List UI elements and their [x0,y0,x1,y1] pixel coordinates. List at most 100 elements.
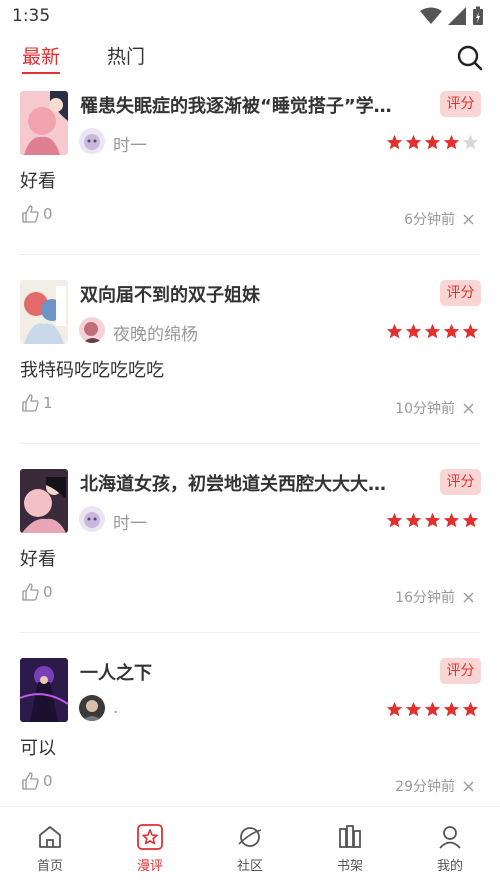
star-filled-icon [443,323,460,339]
comic-title[interactable]: 双向届不到的双子姐妹 [80,281,430,307]
post-meta: 29分钟前 [395,776,474,796]
tab-underline [22,72,61,74]
nav-community-label: 社区 [236,859,263,874]
comic-cover[interactable] [20,469,68,533]
star-filled-icon [462,512,479,528]
star-filled-icon [405,323,422,339]
review-card[interactable]: 一人之下 评分 . 可以 0 29分钟前 [0,651,500,806]
star-filled-icon [443,134,460,150]
star-empty-icon [462,134,479,150]
review-text: 好看 [20,171,56,192]
star-filled-icon [424,512,441,528]
close-icon[interactable] [463,403,474,414]
post-time: 6分钟前 [404,212,455,228]
like-count: 0 [43,205,53,223]
avatar[interactable] [79,506,105,532]
star-filled-icon [405,701,422,717]
header: 最新 热门 [0,34,500,82]
avatar[interactable] [79,695,105,721]
like-button[interactable]: 1 [21,394,53,412]
rating-badge[interactable]: 评分 [440,91,481,117]
star-filled-icon [405,512,422,528]
rating-badge[interactable]: 评分 [440,280,481,306]
tab-hot-label: 热门 [107,46,146,68]
thumbs-up-icon [22,394,39,412]
nav-mine-label: 我的 [436,859,463,874]
nav-review[interactable]: 漫评 [100,807,200,889]
rating-badge[interactable]: 评分 [440,469,481,495]
username[interactable]: 时一 [113,509,147,534]
tab-hot[interactable]: 热门 [107,42,145,69]
star-filled-icon [462,701,479,717]
rating-badge[interactable]: 评分 [440,658,481,684]
post-meta: 10分钟前 [395,398,474,418]
like-count: 0 [43,772,53,790]
nav-shelf-label: 书架 [336,859,363,874]
like-count: 0 [43,583,53,601]
nav-community[interactable]: 社区 [200,807,300,889]
post-meta: 6分钟前 [404,209,474,229]
close-icon[interactable] [463,592,474,603]
post-time: 16分钟前 [395,590,455,606]
divider [20,632,480,633]
nav-review-label: 漫评 [136,859,163,874]
like-count: 1 [43,394,53,412]
comic-cover[interactable] [20,280,68,344]
post-time: 10分钟前 [395,401,455,417]
planet-icon [238,827,262,847]
username[interactable]: 夜晚的绵杨 [113,320,198,345]
avatar[interactable] [79,317,105,343]
nav-home[interactable]: 首页 [0,807,100,889]
star-icon [137,824,163,850]
search-icon[interactable] [456,44,484,72]
review-card[interactable]: 北海道女孩，初尝地道关西腔大大大… 评分 时一 好看 0 16分钟前 [0,462,500,651]
divider [20,254,480,255]
review-card[interactable]: 双向届不到的双子姐妹 评分 夜晚的绵杨 我特码吃吃吃吃吃 1 10分钟前 [0,273,500,462]
star-filled-icon [424,323,441,339]
like-button[interactable]: 0 [21,772,53,790]
bottom-nav: 首页 漫评 社区 书架 我的 [0,806,500,889]
close-icon[interactable] [463,214,474,225]
review-card[interactable]: 罹患失眠症的我逐渐被“睡觉搭子”学… 评分 时一 好看 0 6分钟前 [0,84,500,273]
status-time: 1:35 [12,6,51,26]
battery-icon [473,6,483,25]
username[interactable]: 时一 [113,131,147,156]
nav-home-label: 首页 [36,859,63,874]
star-filled-icon [405,134,422,150]
thumbs-up-icon [22,205,39,223]
review-feed[interactable]: 罹患失眠症的我逐渐被“睡觉搭子”学… 评分 时一 好看 0 6分钟前 双向届不到… [0,84,500,806]
comic-title[interactable]: 罹患失眠症的我逐渐被“睡觉搭子”学… [80,92,430,118]
star-filled-icon [443,512,460,528]
star-filled-icon [424,134,441,150]
nav-mine[interactable]: 我的 [400,807,500,889]
like-button[interactable]: 0 [21,205,53,223]
comic-cover[interactable] [20,658,68,722]
star-filled-icon [386,512,403,528]
status-icons [420,6,484,26]
avatar[interactable] [79,128,105,154]
comic-title[interactable]: 北海道女孩，初尝地道关西腔大大大… [80,470,430,496]
review-text: 可以 [20,738,56,759]
review-text: 我特码吃吃吃吃吃 [20,360,164,381]
comic-title[interactable]: 一人之下 [80,659,430,685]
username[interactable]: . [113,698,118,718]
bookshelf-icon [339,825,361,848]
close-icon[interactable] [463,781,474,792]
like-button[interactable]: 0 [21,583,53,601]
wifi-icon [420,7,442,24]
star-filled-icon [443,701,460,717]
star-rating [386,701,479,718]
star-rating [386,323,479,340]
divider [20,443,480,444]
star-filled-icon [386,323,403,339]
thumbs-up-icon [22,583,39,601]
comic-cover[interactable] [20,91,68,155]
tab-latest[interactable]: 最新 [22,42,61,74]
tab-latest-label: 最新 [22,46,61,68]
post-time: 29分钟前 [395,779,455,795]
nav-shelf[interactable]: 书架 [300,807,400,889]
star-rating [386,512,479,529]
user-icon [439,826,461,849]
star-rating [386,134,479,151]
star-filled-icon [462,323,479,339]
